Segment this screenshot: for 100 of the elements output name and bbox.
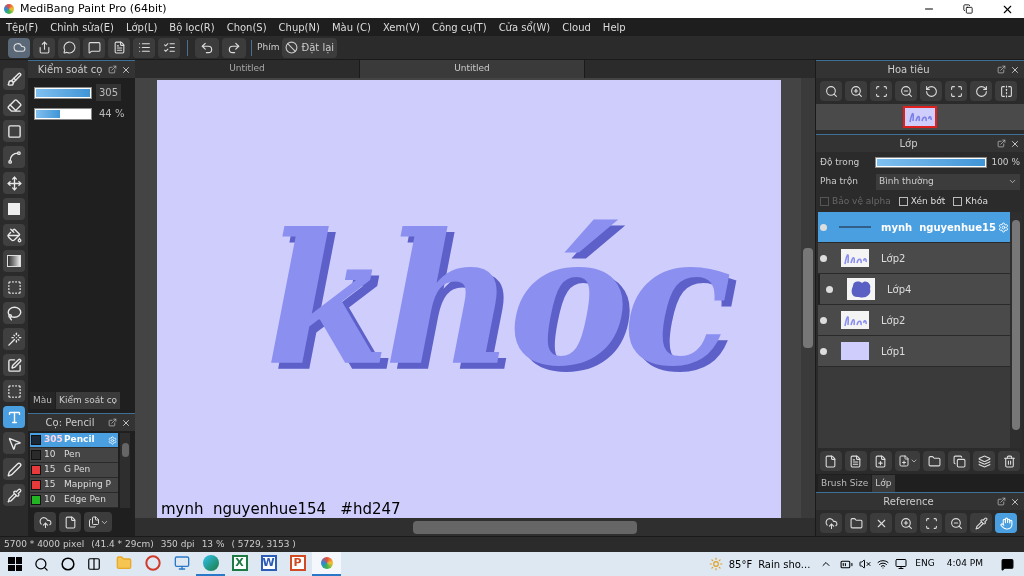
dashed-pen-icon[interactable] <box>3 354 25 376</box>
hand-icon[interactable] <box>995 513 1017 533</box>
menu-item[interactable]: Help <box>602 19 626 35</box>
taskbar-app[interactable] <box>312 552 341 576</box>
zoom-in-icon[interactable] <box>895 513 917 533</box>
menu-item[interactable]: Cửa sổ(W) <box>498 19 551 35</box>
checkbox[interactable] <box>953 196 963 206</box>
detach-icon[interactable] <box>108 418 117 427</box>
brush-icon[interactable] <box>3 68 25 90</box>
document-tab[interactable]: Untitled <box>360 60 585 78</box>
menu-item[interactable]: Chỉnh sửa(E) <box>50 19 114 35</box>
taskbar-app[interactable]: X <box>225 552 254 576</box>
device-icon[interactable] <box>895 558 908 570</box>
pointer-icon[interactable] <box>3 432 25 454</box>
layer-row[interactable]: Lớp4 <box>818 274 1010 305</box>
cloud-icon[interactable] <box>8 37 30 58</box>
panel-tab[interactable]: Brush Size <box>818 475 872 492</box>
delete-icon[interactable] <box>998 451 1020 471</box>
task-view-icon[interactable] <box>87 557 101 571</box>
filled-square-icon[interactable] <box>3 198 25 220</box>
layer-document-icon[interactable] <box>844 451 867 471</box>
eyedropper-icon[interactable] <box>3 484 25 506</box>
gradient-icon[interactable] <box>3 250 25 272</box>
close-icon[interactable] <box>870 513 892 533</box>
taskbar-app[interactable]: P <box>283 552 312 576</box>
visibility-icon[interactable] <box>820 316 827 324</box>
speech-bubble-icon[interactable] <box>58 37 80 58</box>
undo-button[interactable] <box>195 37 219 58</box>
panel-tab[interactable]: Kiểm soát cọ <box>56 392 121 409</box>
add-layer-icon[interactable] <box>869 451 892 471</box>
windows-start-icon[interactable] <box>8 557 22 571</box>
rotate-left-icon[interactable] <box>920 81 942 101</box>
checkbox[interactable] <box>898 196 908 206</box>
pen-icon[interactable] <box>3 458 25 480</box>
eyedropper-icon[interactable] <box>970 513 992 533</box>
language-text[interactable]: ENG <box>915 557 935 571</box>
cortana-icon[interactable] <box>61 557 75 571</box>
add-layer-menu-button[interactable] <box>894 451 921 471</box>
list-icon[interactable] <box>133 37 155 58</box>
visibility-icon[interactable] <box>820 347 827 355</box>
cloud-upload-icon[interactable] <box>820 513 842 533</box>
dashed-square-icon[interactable] <box>3 276 25 298</box>
detach-icon[interactable] <box>997 139 1006 148</box>
volume-muted-icon[interactable] <box>859 558 872 570</box>
zoom-in-icon[interactable] <box>845 81 867 101</box>
layer-row[interactable]: Lớp1 <box>818 336 1010 367</box>
layer-row[interactable]: Lớp2 <box>818 305 1010 336</box>
magic-wand-icon[interactable] <box>3 328 25 350</box>
zoom-reset-icon[interactable] <box>820 81 842 101</box>
detach-icon[interactable] <box>108 65 117 74</box>
zoom-out-icon[interactable] <box>945 513 967 533</box>
menu-item[interactable]: Công cụ(T) <box>431 19 487 35</box>
brush-row[interactable]: 10 Edge Pen <box>30 493 118 508</box>
brush-row[interactable]: 15 Mapping P <box>30 478 118 493</box>
lasso-icon[interactable] <box>3 302 25 324</box>
share-icon[interactable] <box>33 37 55 58</box>
duplicate-icon[interactable] <box>948 451 971 471</box>
wifi-icon[interactable] <box>877 558 890 570</box>
detach-icon[interactable] <box>997 65 1006 74</box>
square-icon[interactable] <box>3 120 25 142</box>
fullscreen-icon[interactable] <box>945 81 967 101</box>
folder-icon[interactable] <box>923 451 946 471</box>
menu-item[interactable]: Bộ lọc(R) <box>169 19 215 35</box>
paint-bucket-icon[interactable] <box>3 224 25 246</box>
panel-tab[interactable]: Lớp <box>872 475 895 492</box>
clock-text[interactable]: 4:04 PM <box>946 557 983 571</box>
new-file-icon[interactable] <box>59 512 81 532</box>
menu-item[interactable]: Lớp(L) <box>125 19 158 35</box>
brush-row[interactable]: 10 Pen <box>30 448 118 463</box>
close-icon[interactable] <box>1010 64 1020 75</box>
search-icon[interactable] <box>34 556 49 572</box>
dashed-eraser-icon[interactable] <box>3 380 25 402</box>
folder-icon[interactable] <box>845 513 867 533</box>
menu-item[interactable]: Cloud <box>562 19 591 35</box>
restore-icon[interactable] <box>963 4 973 14</box>
zoom-out-icon[interactable] <box>895 81 917 101</box>
move-icon[interactable] <box>3 172 25 194</box>
menu-item[interactable]: Chọn(S) <box>226 19 267 35</box>
panel-tab[interactable]: Màu <box>30 392 55 409</box>
taskbar-app[interactable]: W <box>254 552 283 576</box>
fit-icon[interactable] <box>920 513 942 533</box>
visibility-icon[interactable] <box>826 285 833 293</box>
menu-item[interactable]: Chụp(N) <box>278 19 320 35</box>
blend-dropdown[interactable]: Bình thường <box>876 173 1020 190</box>
file-menu-button[interactable] <box>84 512 112 532</box>
layer-row[interactable]: Lớp2 <box>818 243 1010 274</box>
notification-icon[interactable] <box>1001 557 1014 571</box>
menu-item[interactable]: Màu (C) <box>331 19 371 35</box>
detach-icon[interactable] <box>997 497 1006 506</box>
close-icon[interactable] <box>121 417 131 428</box>
flip-icon[interactable] <box>995 81 1017 101</box>
text-icon[interactable] <box>3 406 25 428</box>
brush-row[interactable]: 15 G Pen <box>30 463 118 478</box>
checklist-icon[interactable] <box>158 37 180 58</box>
menu-item[interactable]: Tệp(F) <box>6 19 39 35</box>
fit-icon[interactable] <box>870 81 892 101</box>
menu-item[interactable]: Xem(V) <box>382 19 420 35</box>
merge-icon[interactable] <box>973 451 996 471</box>
close-icon[interactable] <box>121 64 131 75</box>
cloud-upload-icon[interactable] <box>34 512 56 532</box>
